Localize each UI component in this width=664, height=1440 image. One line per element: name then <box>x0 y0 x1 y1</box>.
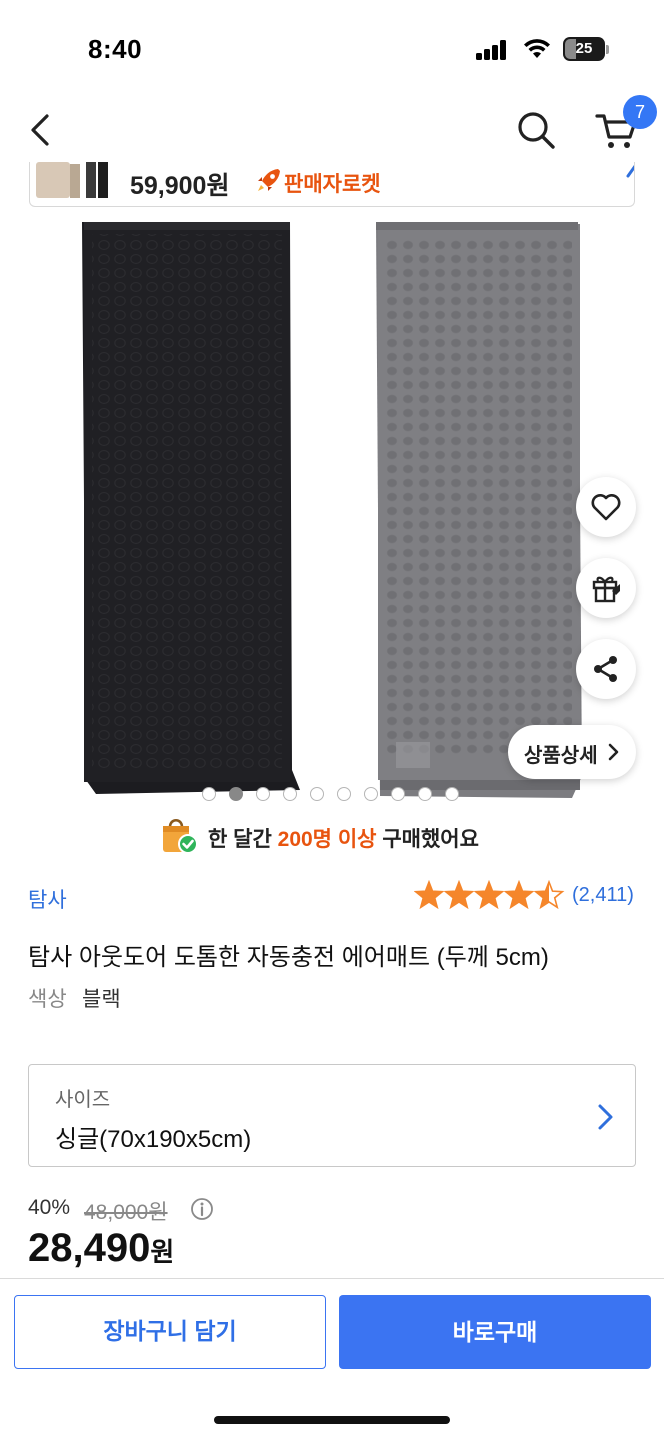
pagination-dot[interactable] <box>310 787 324 801</box>
chevron-right-icon <box>608 743 619 761</box>
star-rating-graphic <box>413 879 565 910</box>
status-bar: 8:40 25 <box>0 0 664 96</box>
share-button[interactable] <box>576 639 636 699</box>
discount-percent: 40% <box>28 1196 71 1219</box>
purchase-notice-text: 한 달간 200명 이상 구매했어요 <box>208 828 479 851</box>
sale-price: 28,490원 <box>28 1226 174 1271</box>
sticky-product-summary[interactable]: 59,900원 판매자로켓 <box>29 162 635 207</box>
star-fill <box>445 882 473 908</box>
battery-level: 25 <box>575 40 593 57</box>
nav-bar <box>0 96 664 162</box>
star-fill <box>415 882 443 908</box>
brand-link[interactable]: 탐사 <box>28 884 67 914</box>
color-value: 블랙 <box>82 988 121 1011</box>
edit-icon[interactable] <box>626 162 635 180</box>
gift-button[interactable] <box>576 558 636 618</box>
rating-stars[interactable] <box>413 879 566 912</box>
pagination-dot[interactable] <box>256 787 270 801</box>
battery-cap <box>606 45 609 54</box>
search-icon[interactable] <box>514 108 558 152</box>
review-count[interactable]: (2,411) <box>572 884 634 907</box>
status-time: 8:40 <box>88 34 143 64</box>
discount-row: 40% 48,000원 <box>28 1196 328 1224</box>
chevron-right-icon <box>598 1104 613 1130</box>
original-price: 48,000원 <box>84 1201 168 1224</box>
image-pagination-dots[interactable] <box>202 787 462 801</box>
star-fill <box>475 882 503 908</box>
pagination-dot[interactable] <box>202 787 216 801</box>
product-image[interactable] <box>0 210 664 810</box>
pagination-dot[interactable] <box>283 787 297 801</box>
heart-icon <box>591 494 621 521</box>
wifi-icon <box>524 39 550 58</box>
size-selector[interactable]: 사이즈 싱글(70x190x5cm) <box>28 1064 636 1167</box>
product-title: 탐사 아웃도어 도톰한 자동충전 에어매트 (두께 5cm) <box>28 944 549 971</box>
bottom-action-bar: 장바구니 담기 바로구매 <box>0 1278 664 1440</box>
pagination-dot[interactable] <box>337 787 351 801</box>
seller-rocket-badge: 판매자로켓 <box>284 173 381 196</box>
pagination-dot[interactable] <box>229 787 243 801</box>
product-detail-label: 상품상세 <box>524 745 598 767</box>
share-icon <box>594 656 617 682</box>
color-label: 색상 <box>28 988 67 1011</box>
pagination-dot[interactable] <box>364 787 378 801</box>
gift-icon <box>592 576 620 603</box>
sale-price-amount: 28,490 <box>28 1226 151 1270</box>
product-thumbnail <box>36 162 108 198</box>
home-indicator[interactable] <box>214 1416 450 1424</box>
size-value: 싱글(70x190x5cm) <box>55 1126 252 1153</box>
purchase-count-highlight: 200명 이상 <box>277 828 377 851</box>
sale-price-unit: 원 <box>150 1237 175 1267</box>
sticky-price: 59,900원 <box>130 172 230 200</box>
pagination-dot[interactable] <box>445 787 459 801</box>
cellular-signal-icon <box>476 40 508 60</box>
product-detail-button[interactable]: 상품상세 <box>508 725 636 779</box>
pagination-dot[interactable] <box>418 787 432 801</box>
rocket-icon <box>258 169 280 191</box>
battery-icon: 25 <box>563 37 605 61</box>
size-label: 사이즈 <box>55 1089 111 1111</box>
shopping-bag-icon <box>163 818 198 854</box>
cart-count-badge: 7 <box>623 95 657 129</box>
add-to-cart-button[interactable]: 장바구니 담기 <box>14 1295 326 1369</box>
back-icon[interactable] <box>22 110 62 150</box>
star-fill <box>505 882 533 908</box>
info-icon[interactable] <box>190 1197 214 1221</box>
wishlist-button[interactable] <box>576 477 636 537</box>
buy-now-button[interactable]: 바로구매 <box>339 1295 651 1369</box>
pagination-dot[interactable] <box>391 787 405 801</box>
